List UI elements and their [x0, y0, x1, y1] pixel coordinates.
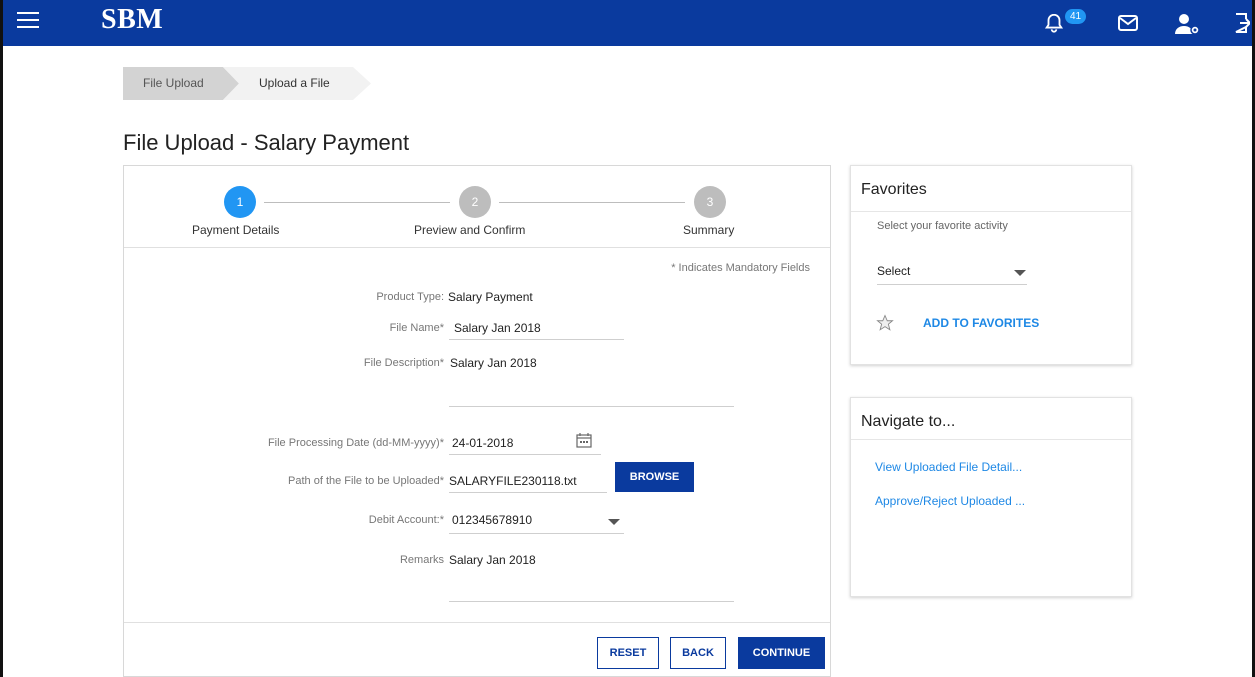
stepper: 1 2 3 Payment Details Preview and Confir…	[124, 166, 830, 248]
step-1-circle: 1	[224, 186, 256, 218]
step-connector	[264, 202, 450, 203]
favorites-subtitle: Select your favorite activity	[877, 220, 1008, 232]
processing-date-label: File Processing Date (dd-MM-yyyy)*	[267, 437, 444, 449]
back-button[interactable]: BACK	[670, 637, 726, 669]
processing-date-underline	[449, 454, 601, 455]
reset-button[interactable]: RESET	[597, 637, 659, 669]
remarks-label: Remarks	[399, 554, 444, 566]
favorites-divider	[851, 211, 1131, 212]
brand-logo[interactable]: SBM	[101, 4, 163, 36]
step-2-circle: 2	[459, 186, 491, 218]
breadcrumb-upload-a-file: Upload a File	[223, 67, 371, 100]
debit-account-select[interactable]: 012345678910	[452, 513, 532, 527]
notification-count-badge: 41	[1065, 9, 1087, 24]
remarks-underline	[449, 601, 734, 602]
step-3-circle: 3	[694, 186, 726, 218]
file-name-label: File Name*	[389, 322, 444, 334]
file-name-input[interactable]: Salary Jan 2018	[454, 321, 541, 335]
favorite-select-underline	[877, 284, 1027, 285]
top-navigation-bar: SBM 41	[3, 0, 1252, 46]
debit-account-label: Debit Account:*	[368, 514, 444, 526]
processing-date-input[interactable]: 24-01-2018	[452, 436, 513, 450]
file-path-underline	[449, 492, 607, 493]
favorites-card: Favorites Select your favorite activity …	[850, 165, 1132, 365]
chevron-down-icon[interactable]	[608, 519, 620, 525]
product-type-label: Product Type:	[376, 291, 444, 303]
file-path-input[interactable]: SALARYFILE230118.txt	[449, 474, 577, 488]
chevron-down-icon	[1014, 270, 1026, 276]
add-to-favorites-link[interactable]: ADD TO FAVORITES	[923, 316, 1039, 330]
file-description-textarea[interactable]: Salary Jan 2018	[450, 356, 537, 370]
approve-reject-uploaded-link[interactable]: Approve/Reject Uploaded ...	[875, 494, 1025, 508]
file-description-label: File Description*	[363, 357, 444, 369]
step-1-label: Payment Details	[192, 223, 280, 237]
notification-bell-icon[interactable]	[1043, 12, 1065, 34]
browse-button[interactable]: BROWSE	[615, 462, 694, 492]
navigate-divider	[851, 439, 1131, 440]
hamburger-menu-icon[interactable]	[17, 12, 39, 30]
product-type-value: Salary Payment	[448, 290, 533, 304]
favorite-select-value: Select	[877, 264, 911, 278]
step-3-label: Summary	[683, 223, 735, 237]
calendar-icon[interactable]	[576, 432, 592, 448]
step-2-label: Preview and Confirm	[414, 223, 526, 237]
step-connector	[499, 202, 685, 203]
user-settings-icon[interactable]	[1173, 12, 1201, 36]
logout-icon[interactable]	[1234, 12, 1250, 34]
upload-form-card: 1 2 3 Payment Details Preview and Confir…	[123, 165, 831, 677]
mail-icon[interactable]	[1118, 15, 1138, 31]
page-title: File Upload - Salary Payment	[123, 130, 410, 155]
mandatory-fields-note: * Indicates Mandatory Fields	[671, 262, 810, 274]
star-icon[interactable]	[876, 314, 894, 332]
form-footer-divider	[124, 622, 830, 623]
favorite-activity-select[interactable]: Select	[877, 262, 1027, 286]
file-name-underline	[449, 339, 624, 340]
navigate-title: Navigate to...	[861, 413, 956, 430]
breadcrumb-file-upload[interactable]: File Upload	[123, 67, 239, 100]
file-description-underline	[449, 406, 734, 407]
navigate-card: Navigate to... View Uploaded File Detail…	[850, 397, 1132, 597]
file-path-label: Path of the File to be Uploaded*	[288, 475, 444, 487]
favorites-title: Favorites	[861, 181, 927, 198]
remarks-textarea[interactable]: Salary Jan 2018	[449, 553, 536, 567]
continue-button[interactable]: CONTINUE	[738, 637, 825, 669]
view-uploaded-file-detail-link[interactable]: View Uploaded File Detail...	[875, 460, 1022, 474]
debit-account-underline	[449, 533, 624, 534]
